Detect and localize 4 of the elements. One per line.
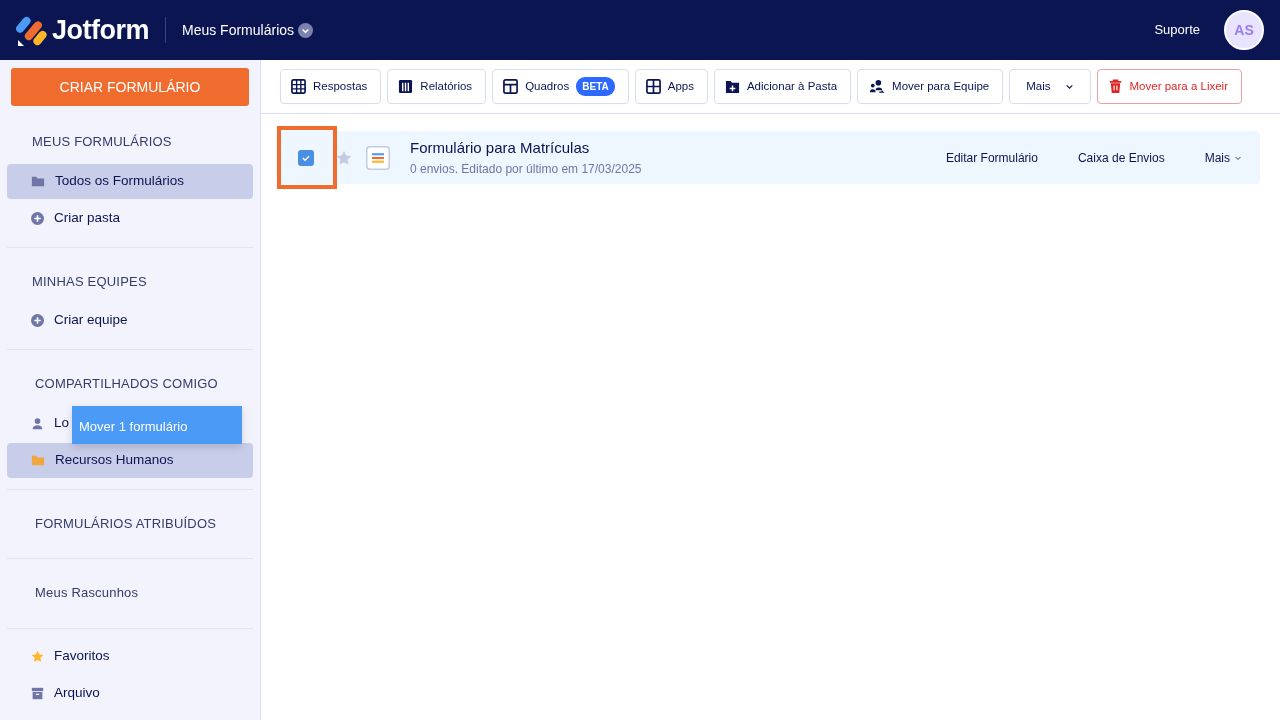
beta-badge: BETA	[576, 77, 615, 96]
drag-tooltip: Mover 1 formulário	[72, 406, 242, 444]
form-meta: 0 envios. Editado por último em 17/03/2025	[410, 160, 642, 178]
logo-text: Jotform	[52, 13, 149, 47]
